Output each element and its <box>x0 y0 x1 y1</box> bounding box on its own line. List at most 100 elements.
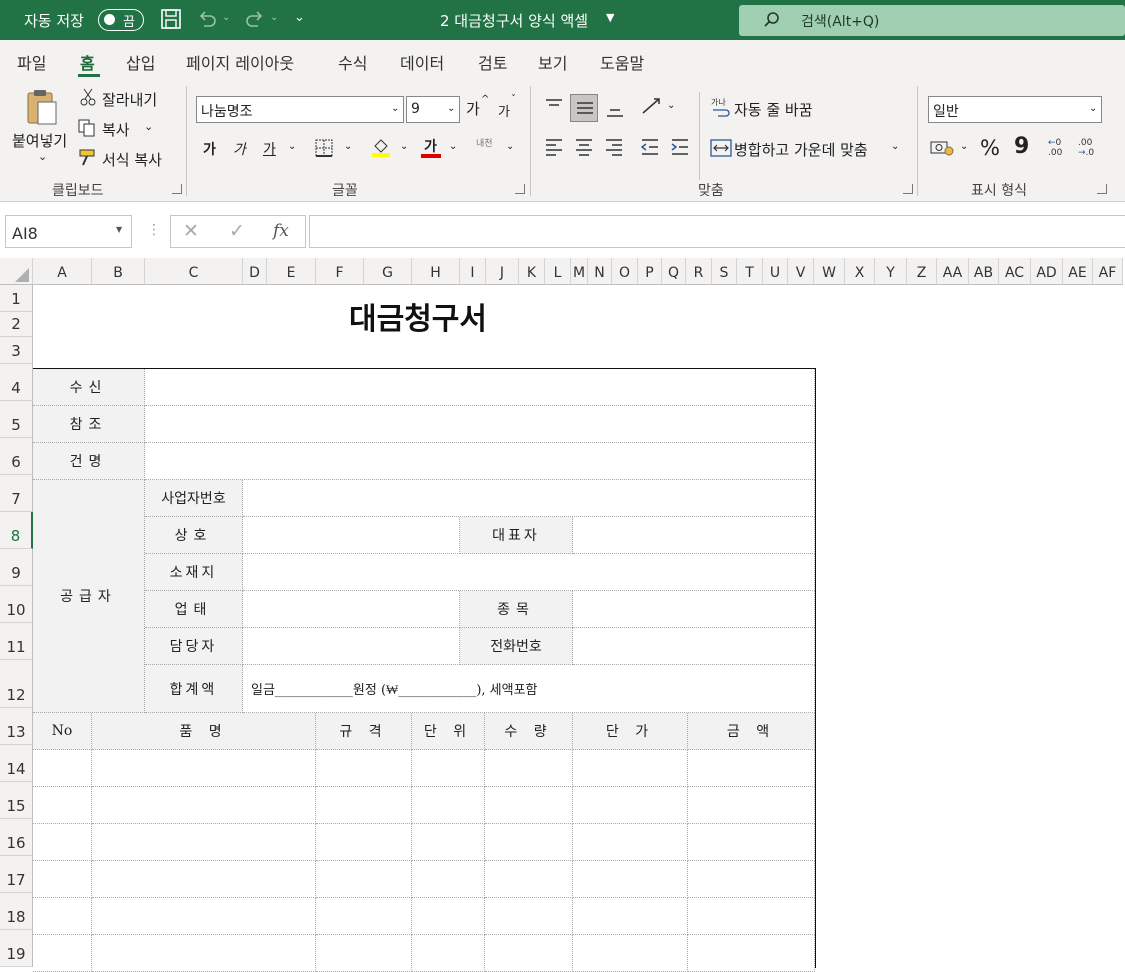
item-cell[interactable] <box>485 898 573 935</box>
column-header-af[interactable]: AF <box>1093 258 1123 285</box>
increase-decimal-button[interactable]: ←0.00 <box>1048 138 1062 158</box>
merge-dropdown-icon[interactable]: ⌄ <box>891 141 899 152</box>
row-header-7[interactable]: 7 <box>0 475 33 512</box>
tab-help[interactable]: 도움말 <box>600 50 644 74</box>
accounting-format-icon[interactable] <box>930 139 954 161</box>
row-header-14[interactable]: 14 <box>0 745 33 782</box>
tab-review[interactable]: 검토 <box>478 50 507 74</box>
enter-icon[interactable]: ✓ <box>229 220 245 242</box>
item-cell[interactable] <box>316 824 412 861</box>
item-cell[interactable] <box>412 750 485 787</box>
align-top-icon[interactable] <box>544 98 564 118</box>
item-cell[interactable] <box>92 787 316 824</box>
column-header-s[interactable]: S <box>712 258 737 285</box>
item-cell[interactable] <box>316 787 412 824</box>
row-header-2[interactable]: 2 <box>0 312 33 337</box>
paste-dropdown-icon[interactable]: ⌄ <box>38 150 47 163</box>
tab-file[interactable]: 파일 <box>17 50 46 74</box>
tab-insert[interactable]: 삽입 <box>126 50 155 74</box>
row-header-17[interactable]: 17 <box>0 856 33 893</box>
biz-item-cell[interactable] <box>573 591 815 628</box>
align-right-icon[interactable] <box>604 138 624 160</box>
item-cell[interactable] <box>316 898 412 935</box>
company-cell[interactable] <box>243 517 460 554</box>
item-cell[interactable] <box>33 750 92 787</box>
biz-number-cell[interactable] <box>243 480 815 517</box>
phone-cell[interactable] <box>573 628 815 665</box>
row-header-11[interactable]: 11 <box>0 623 33 660</box>
column-header-u[interactable]: U <box>763 258 788 285</box>
redo-icon[interactable] <box>244 8 266 34</box>
item-cell[interactable] <box>485 787 573 824</box>
decrease-decimal-button[interactable]: .00 →.0 <box>1078 138 1094 158</box>
item-cell[interactable] <box>485 861 573 898</box>
item-cell[interactable] <box>688 935 815 972</box>
column-header-aa[interactable]: AA <box>937 258 969 285</box>
phonetic-button[interactable]: 내천 <box>476 136 493 149</box>
column-header-r[interactable]: R <box>686 258 712 285</box>
item-cell[interactable] <box>688 898 815 935</box>
customize-toolbar-icon[interactable]: ⌄ <box>294 10 305 25</box>
format-painter-button[interactable]: 서식 복사 <box>102 149 162 170</box>
tab-formulas[interactable]: 수식 <box>338 50 367 74</box>
item-cell[interactable] <box>485 750 573 787</box>
font-size-select[interactable]: 9 ⌄ <box>406 96 460 123</box>
item-cell[interactable] <box>92 935 316 972</box>
item-cell[interactable] <box>688 787 815 824</box>
column-header-h[interactable]: H <box>412 258 460 285</box>
fill-color-dropdown-icon[interactable]: ⌄ <box>400 141 408 152</box>
column-header-ae[interactable]: AE <box>1063 258 1093 285</box>
item-cell[interactable] <box>92 824 316 861</box>
title-dropdown-icon[interactable]: ▼ <box>606 11 614 24</box>
bold-button[interactable]: 가 <box>203 139 216 159</box>
representative-cell[interactable] <box>573 517 815 554</box>
item-cell[interactable] <box>92 750 316 787</box>
underline-button[interactable]: 가 <box>263 139 276 159</box>
item-cell[interactable] <box>485 935 573 972</box>
item-cell[interactable] <box>92 861 316 898</box>
column-header-g[interactable]: G <box>364 258 412 285</box>
item-cell[interactable] <box>573 750 688 787</box>
item-cell[interactable] <box>573 935 688 972</box>
underline-dropdown-icon[interactable]: ⌄ <box>288 141 296 152</box>
column-header-z[interactable]: Z <box>907 258 937 285</box>
item-cell[interactable] <box>412 935 485 972</box>
item-cell[interactable] <box>412 787 485 824</box>
row-header-8[interactable]: 8 <box>0 512 33 549</box>
search-box[interactable]: 검색(Alt+Q) <box>739 5 1125 36</box>
item-cell[interactable] <box>33 898 92 935</box>
borders-dropdown-icon[interactable]: ⌄ <box>344 141 352 152</box>
italic-button[interactable]: 가 <box>233 139 246 159</box>
copy-button[interactable]: 복사 <box>102 119 130 140</box>
tab-data[interactable]: 데이터 <box>400 50 444 74</box>
cancel-icon[interactable]: ✕ <box>183 220 199 242</box>
font-color-dropdown-icon[interactable]: ⌄ <box>449 141 457 152</box>
cut-button[interactable]: 잘라내기 <box>102 89 157 110</box>
font-name-select[interactable]: 나눔명조 ⌄ <box>196 96 404 123</box>
recipient-cell[interactable] <box>145 369 815 406</box>
tab-home[interactable]: 홈 <box>80 50 95 74</box>
phonetic-dropdown-icon[interactable]: ⌄ <box>506 141 514 152</box>
row-header-19[interactable]: 19 <box>0 930 33 967</box>
accounting-dropdown-icon[interactable]: ⌄ <box>960 141 968 152</box>
column-header-x[interactable]: X <box>845 258 875 285</box>
comma-style-button[interactable]: 9 <box>1014 134 1029 159</box>
formula-bar-grip-icon[interactable]: ⋮ <box>147 222 161 238</box>
select-all-corner[interactable] <box>0 258 33 285</box>
save-icon[interactable] <box>160 8 182 34</box>
align-middle-button[interactable] <box>570 94 598 122</box>
borders-icon[interactable] <box>314 138 334 162</box>
column-header-v[interactable]: V <box>788 258 814 285</box>
paste-icon[interactable] <box>24 88 62 132</box>
undo-dropdown-icon[interactable]: ⌄ <box>222 12 230 23</box>
undo-icon[interactable] <box>196 8 218 34</box>
row-header-4[interactable]: 4 <box>0 364 33 401</box>
redo-dropdown-icon[interactable]: ⌄ <box>270 12 278 23</box>
row-header-16[interactable]: 16 <box>0 819 33 856</box>
column-header-f[interactable]: F <box>316 258 364 285</box>
item-cell[interactable] <box>92 898 316 935</box>
column-header-ac[interactable]: AC <box>999 258 1031 285</box>
item-cell[interactable] <box>316 861 412 898</box>
document-title[interactable]: 2 대금청구서 양식 액셀 <box>440 10 588 31</box>
row-header-10[interactable]: 10 <box>0 586 33 623</box>
